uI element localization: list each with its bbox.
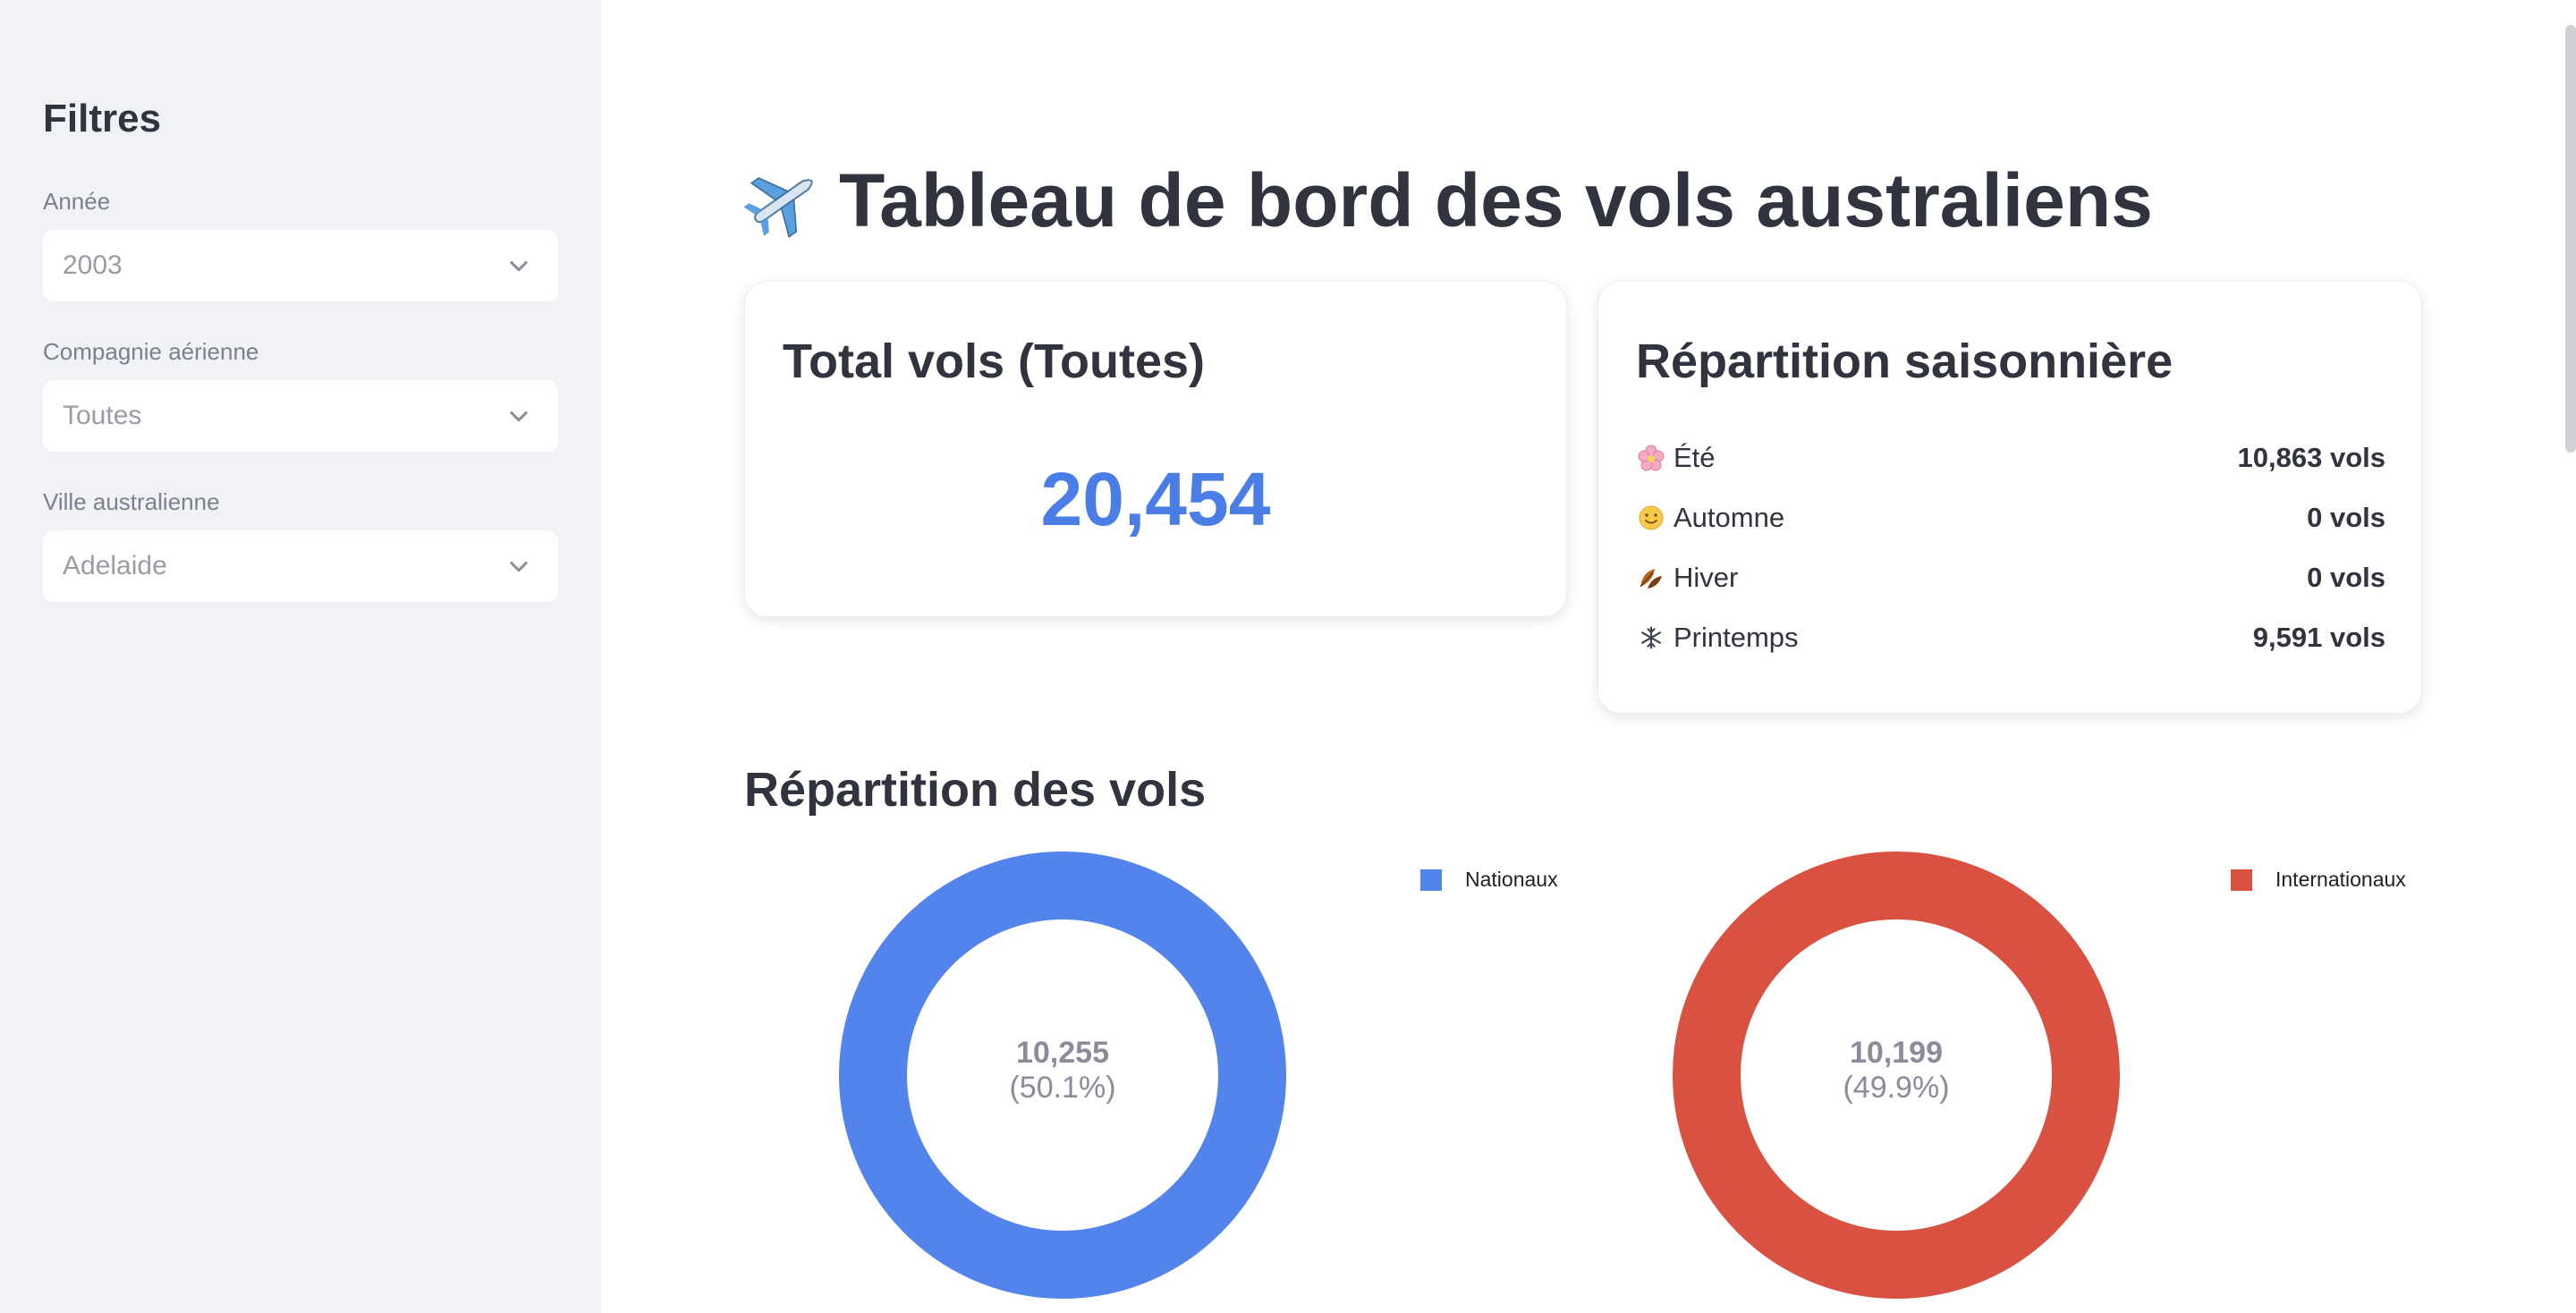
- season-count: 9,591 vols: [2252, 622, 2385, 653]
- season-row-autumn: Automne 0 vols: [1636, 496, 2385, 540]
- airline-select-value: Toutes: [63, 401, 142, 430]
- chevron-down-icon: [510, 260, 528, 272]
- season-row-winter: Hiver 0 vols: [1636, 555, 2385, 600]
- legend-label: Nationaux: [1465, 868, 1558, 891]
- donut-center-value: 10,255: [1016, 1036, 1109, 1070]
- city-filter-label: Ville australienne: [43, 488, 220, 515]
- airline-filter-label: Compagnie aérienne: [43, 338, 259, 365]
- total-flights-value: 20,454: [1040, 457, 1271, 541]
- donut-center-percent: (49.9%): [1843, 1071, 1950, 1105]
- year-select-value: 2003: [63, 250, 123, 280]
- season-count: 10,863 vols: [2237, 442, 2385, 473]
- donut-center-percent: (50.1%): [1009, 1071, 1116, 1105]
- chevron-down-icon: [510, 561, 528, 572]
- season-row-spring: Printemps 9,591 vols: [1636, 615, 2385, 660]
- chevron-down-icon: [510, 411, 528, 422]
- leaves-icon: [1636, 563, 1666, 593]
- snowflake-icon: [1636, 623, 1666, 653]
- season-label: Hiver: [1674, 562, 1739, 593]
- total-flights-card: Total vols (Toutes) 20,454: [744, 281, 1567, 617]
- domestic-flights-donut: 10,255 (50.1%): [839, 851, 1286, 1299]
- international-flights-donut: 10,199 (49.9%): [1673, 851, 2120, 1299]
- city-select[interactable]: Adelaide: [43, 530, 558, 602]
- year-select[interactable]: 2003: [43, 230, 558, 301]
- page-title: Tableau de bord des vols australiens: [742, 157, 2153, 244]
- chart-legend-domestic: Nationaux: [1420, 868, 1558, 892]
- airline-select[interactable]: Toutes: [43, 380, 558, 452]
- sidebar: Filtres Année 2003 Compagnie aérienne To…: [0, 0, 601, 1313]
- legend-label: Internationaux: [2275, 868, 2406, 891]
- seasonal-distribution-card: Répartition saisonnière Été 10,863 vols …: [1597, 281, 2422, 714]
- sidebar-title: Filtres: [43, 97, 162, 140]
- page-title-text: Tableau de bord des vols australiens: [839, 158, 2153, 242]
- season-label: Printemps: [1674, 622, 1799, 653]
- season-label: Automne: [1674, 502, 1785, 533]
- season-count: 0 vols: [2307, 502, 2385, 533]
- distribution-section-title: Répartition des vols: [744, 763, 1207, 817]
- season-card-title: Répartition saisonnière: [1636, 335, 2174, 388]
- cherry-blossom-icon: [1636, 443, 1666, 473]
- sun-face-icon: [1636, 503, 1666, 533]
- chart-legend-international: Internationaux: [2231, 868, 2406, 892]
- season-label: Été: [1674, 442, 1716, 473]
- donut-center-value: 10,199: [1850, 1036, 1943, 1070]
- scrollbar[interactable]: [2565, 25, 2576, 453]
- season-count: 0 vols: [2307, 562, 2385, 593]
- airplane-icon: [743, 176, 813, 238]
- city-select-value: Adelaide: [63, 551, 167, 580]
- legend-swatch: [2231, 868, 2252, 891]
- season-row-summer: Été 10,863 vols: [1636, 436, 2385, 480]
- year-filter-label: Année: [43, 188, 111, 215]
- total-card-title: Total vols (Toutes): [783, 335, 1205, 388]
- legend-swatch: [1420, 868, 1442, 891]
